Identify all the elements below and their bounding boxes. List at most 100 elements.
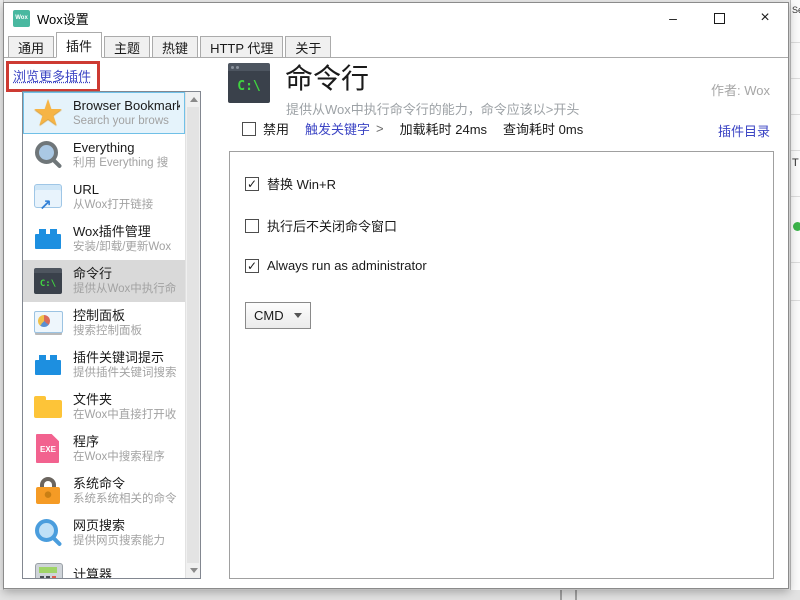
plugin-name: 文件夹 [73,392,176,408]
window-title: Wox设置 [37,9,89,28]
plugin-list-item[interactable]: 控制面板 搜索控制面板 [23,302,185,344]
plugin-title: 命令行 [285,57,369,97]
disable-checkbox[interactable] [242,122,256,136]
plugin-desc: 系统系统相关的命令 [73,492,177,506]
plugin-name: 系统命令 [73,476,177,492]
tab-HTTP 代理[interactable]: HTTP 代理 [200,36,283,57]
plugin-desc: 提供网页搜索能力 [73,534,165,548]
trigger-keyword-value: > [376,121,384,136]
folder-icon [32,391,64,423]
plugin-desc: 在Wox中搜索程序 [73,450,165,464]
plugin-name: 插件关键词提示 [73,350,177,366]
control-panel-icon [32,307,64,339]
load-time-text: 加载耗时 24ms [400,119,487,138]
exe-icon: EXE [32,433,64,465]
plugin-name: Wox插件管理 [73,224,171,240]
plugin-desc: 搜索控制面板 [73,324,142,338]
plugin-listbox: Browser Bookmark Search your brows Every… [22,91,201,579]
tab-热键[interactable]: 热键 [152,36,198,57]
maximize-button[interactable] [696,3,742,33]
magnifier-gray-icon [32,139,64,171]
wox-app-icon: Wox [13,10,30,27]
plugin-subtitle: 提供从Wox中执行命令行的能力，命令应该以>开头 [286,99,579,118]
plugin-settings-groupbox: 替换 Win+R 执行后不关闭命令窗口 Always run as admini… [229,151,774,579]
minimize-button[interactable]: – [650,3,696,33]
plugin-list-item[interactable]: 系统命令 系统系统相关的命令 [23,470,185,512]
close-button[interactable]: × [742,3,788,33]
plugins-tab-page: 浏览更多插件 Browser Bookmark Search your brow… [4,58,788,588]
option-label: Always run as administrator [267,258,427,273]
lego-icon [32,223,64,255]
scrollbar-thumb[interactable] [187,107,199,563]
list-scrollbar[interactable] [185,92,200,578]
scroll-down-icon [190,568,198,573]
option-label: 替换 Win+R [267,174,336,193]
option-row[interactable]: 执行后不关闭命令窗口 [245,216,773,235]
plugin-list-item[interactable]: URL 从Wox打开链接 [23,176,185,218]
scroll-up-icon [190,97,198,102]
plugin-name: URL [73,182,153,198]
plugin-name: 命令行 [73,266,176,282]
checkbox-icon[interactable] [245,177,259,191]
plugin-list-item[interactable]: C:\ 命令行 提供从Wox中执行命 [23,260,185,302]
plugin-desc: 提供插件关键词搜索 [73,366,177,380]
option-label: 执行后不关闭命令窗口 [267,216,397,235]
annotation-red-box: 浏览更多插件 [6,61,100,92]
plugin-desc: 从Wox打开链接 [73,198,153,212]
query-time-text: 查询耗时 0ms [503,119,583,138]
chevron-down-icon [294,313,302,318]
minimize-icon: – [669,11,677,25]
plugin-name: Browser Bookmark [73,98,180,114]
plugin-list-item[interactable]: EXE 程序 在Wox中搜索程序 [23,428,185,470]
plugin-directory-link[interactable]: 插件目录 [718,121,770,140]
plugin-list-item[interactable]: Everything 利用 Everything 搜 [23,134,185,176]
plugin-list-item[interactable]: 计算器 [23,554,185,578]
browse-more-plugins-link[interactable]: 浏览更多插件 [13,69,91,84]
background-window-strip: Se T [790,0,800,600]
plugin-name: 控制面板 [73,308,142,324]
plugin-list-item[interactable]: 文件夹 在Wox中直接打开收 [23,386,185,428]
background-green-dot [793,222,800,231]
plugin-name: 程序 [73,434,165,450]
plugin-desc: 提供从Wox中执行命 [73,282,176,296]
plugin-name: 网页搜索 [73,518,165,534]
option-row[interactable]: Always run as administrator [245,258,773,273]
desktop-background-bottom [0,590,800,600]
plugin-list-item[interactable]: Wox插件管理 安装/卸载/更新Wox [23,218,185,260]
star-icon [32,97,64,129]
terminal-icon: C:\ [228,63,270,103]
trigger-keyword-link[interactable]: 触发关键字 [305,119,370,138]
checkbox-icon[interactable] [245,259,259,273]
background-text-fragment: T [792,157,799,169]
scroll-up-button[interactable] [186,92,201,107]
plugin-author: 作者: Wox [711,80,770,99]
plugin-name: Everything [73,140,168,156]
tab-主题[interactable]: 主题 [104,36,150,57]
plugin-desc: 利用 Everything 搜 [73,156,168,170]
lock-icon [32,475,64,507]
plugin-desc: Search your brows [73,114,180,128]
tab-通用[interactable]: 通用 [8,36,54,57]
plugin-name: 计算器 [73,567,112,578]
scroll-down-button[interactable] [186,563,201,578]
plugin-desc: 安装/卸载/更新Wox [73,240,171,254]
plugin-meta-row: 禁用 触发关键字 > 加载耗时 24ms 查询耗时 0ms [242,119,583,138]
plugin-list-item[interactable]: 插件关键词提示 提供插件关键词搜索 [23,344,185,386]
tab-bar: 通用 插件 主题 热键 HTTP 代理 关于 [4,33,788,58]
maximize-icon [714,13,725,24]
plugin-list-item[interactable]: 网页搜索 提供网页搜索能力 [23,512,185,554]
plugin-desc: 在Wox中直接打开收 [73,408,176,422]
background-text-fragment: Se [792,5,800,15]
checkbox-icon[interactable] [245,219,259,233]
title-bar[interactable]: Wox Wox设置 – × [4,3,788,33]
cmd-icon: C:\ [32,265,64,297]
plugin-list-item[interactable]: Browser Bookmark Search your brows [23,92,185,134]
option-row[interactable]: 替换 Win+R [245,174,773,193]
magnifier-blue-icon [32,517,64,549]
calculator-icon [32,559,64,578]
disable-label: 禁用 [263,119,289,138]
shell-dropdown-value: CMD [254,308,284,323]
shell-dropdown[interactable]: CMD [245,302,311,329]
tab-关于[interactable]: 关于 [285,36,331,57]
tab-插件[interactable]: 插件 [56,32,102,58]
